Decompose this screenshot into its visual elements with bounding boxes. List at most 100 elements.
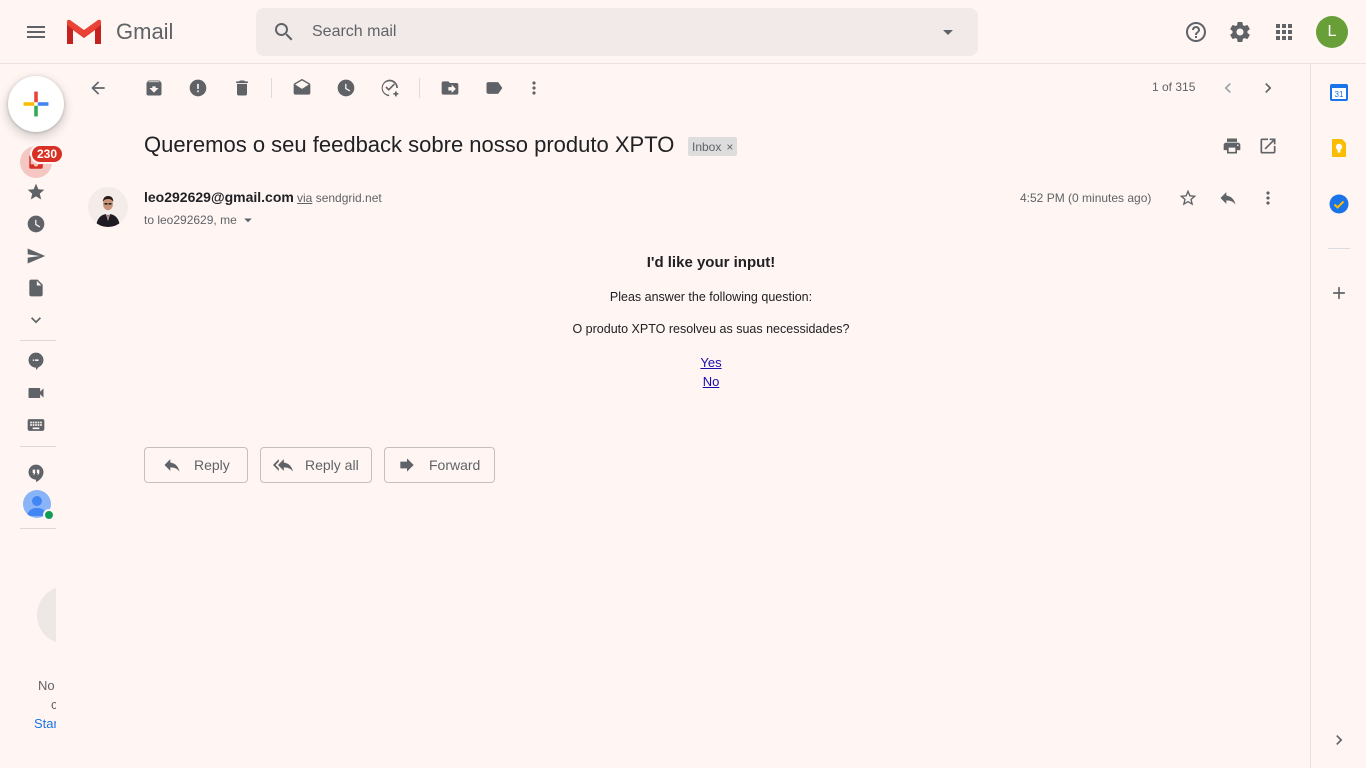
star-button[interactable]	[1168, 178, 1208, 218]
apps-grid-icon	[1276, 24, 1292, 40]
brand-name[interactable]: Gmail	[116, 19, 173, 45]
archive-button[interactable]	[134, 68, 174, 108]
body-instruction: Pleas answer the following question:	[609, 290, 813, 304]
rail-divider	[20, 340, 56, 341]
nav-chat[interactable]	[24, 349, 48, 373]
search-button[interactable]	[264, 12, 304, 52]
tasks-app-button[interactable]	[1329, 194, 1349, 214]
via-link[interactable]: via	[297, 191, 312, 205]
add-to-tasks-button[interactable]	[370, 68, 410, 108]
answer-no-link[interactable]: No	[703, 374, 720, 389]
older-button[interactable]	[1248, 68, 1288, 108]
reply-all-icon	[273, 459, 293, 472]
tasks-check-icon	[1329, 194, 1349, 214]
more-actions-button[interactable]	[514, 68, 554, 108]
answer-yes-link[interactable]: Yes	[700, 355, 721, 370]
newer-button[interactable]	[1208, 68, 1248, 108]
via-domain: sendgrid.net	[315, 191, 382, 205]
unread-count-badge: 230	[30, 144, 65, 164]
back-button[interactable]	[78, 68, 118, 108]
dropdown-arrow-icon	[943, 30, 953, 35]
plus-icon	[1333, 287, 1345, 299]
body-question: O produto XPTO resolveu as suas necessid…	[572, 322, 850, 336]
message-more-button[interactable]	[1248, 178, 1288, 218]
compose-button[interactable]	[8, 76, 64, 132]
toolbar-divider	[419, 78, 420, 98]
gmail-logo-icon[interactable]	[65, 18, 103, 46]
report-spam-button[interactable]	[178, 68, 218, 108]
reply-icon	[1220, 192, 1236, 205]
email-subject: Queremos o seu feedback sobre nosso prod…	[144, 132, 675, 157]
star-outline-icon	[1179, 189, 1197, 206]
reply-all-label: Reply all	[305, 457, 359, 473]
labels-button[interactable]	[474, 68, 514, 108]
trash-icon	[236, 80, 248, 96]
label-tag-icon	[486, 82, 503, 94]
move-to-button[interactable]	[430, 68, 470, 108]
body-heading: I'd like your input!	[646, 254, 776, 271]
nav-sent[interactable]	[24, 244, 48, 268]
rail-divider	[20, 528, 56, 529]
account-avatar[interactable]: L	[1316, 16, 1348, 48]
nav-keyboard[interactable]	[24, 413, 48, 437]
sender-avatar[interactable]	[88, 187, 128, 227]
settings-button[interactable]	[1220, 12, 1260, 52]
sender-email[interactable]: leo292629@gmail.com	[144, 189, 294, 205]
answer-yes-row: Yes	[470, 354, 952, 372]
reply-all-button[interactable]: Reply all	[260, 447, 372, 483]
open-new-window-button[interactable]	[1248, 126, 1288, 166]
forward-label: Forward	[429, 457, 481, 473]
nav-meet[interactable]	[24, 381, 48, 405]
snooze-button[interactable]	[326, 68, 366, 108]
via-info: via sendgrid.net	[297, 191, 382, 205]
nav-starred[interactable]	[24, 180, 48, 204]
gear-icon	[1230, 21, 1250, 42]
start-chat-link[interactable]: Star	[34, 716, 56, 731]
open-in-new-icon	[1260, 138, 1276, 154]
nav-drafts[interactable]	[24, 276, 48, 300]
online-status-dot	[43, 509, 55, 521]
search-options-button[interactable]	[928, 12, 968, 52]
inbox-label-chip[interactable]: Inbox ×	[688, 137, 738, 156]
chevron-right-icon	[1265, 83, 1272, 93]
forward-button[interactable]: Forward	[384, 447, 495, 483]
side-panel-divider	[1328, 248, 1350, 249]
delete-button[interactable]	[222, 68, 262, 108]
print-all-button[interactable]	[1212, 126, 1252, 166]
mark-unread-button[interactable]	[282, 68, 322, 108]
hangouts-empty-panel: No c Star	[0, 580, 56, 740]
svg-text:31: 31	[1335, 90, 1344, 99]
details-dropdown-icon[interactable]	[239, 211, 257, 229]
recipients-line[interactable]: to leo292629, me	[144, 211, 257, 229]
nav-more[interactable]	[24, 308, 48, 332]
apps-button[interactable]	[1264, 12, 1304, 52]
chat-icon	[28, 352, 44, 371]
keep-lightbulb-icon	[1332, 139, 1346, 157]
keep-app-button[interactable]	[1329, 138, 1349, 158]
search-input[interactable]	[312, 20, 912, 44]
more-vertical-icon	[532, 81, 536, 95]
hamburger-menu-icon	[27, 26, 45, 38]
toolbar-divider	[271, 78, 272, 98]
send-icon	[27, 248, 46, 264]
compose-plus-icon	[23, 91, 49, 117]
support-button[interactable]	[1176, 12, 1216, 52]
calendar-app-button[interactable]: 31	[1329, 82, 1349, 102]
remove-label-button[interactable]: ×	[726, 140, 733, 154]
spam-alert-icon	[189, 79, 207, 97]
quick-reply-button[interactable]	[1208, 178, 1248, 218]
forward-icon	[400, 458, 414, 472]
main-menu-button[interactable]	[16, 12, 56, 52]
reply-button[interactable]: Reply	[144, 447, 248, 483]
move-to-folder-icon	[441, 81, 459, 95]
show-side-panel-button[interactable]	[1319, 720, 1359, 760]
pagination-count: 1 of 315	[1152, 80, 1196, 94]
get-addons-button[interactable]	[1319, 273, 1359, 313]
mark-unread-icon	[293, 78, 311, 95]
chevron-right-icon	[1336, 735, 1343, 745]
empty-hint-line-1: No	[38, 678, 55, 693]
nav-snoozed[interactable]	[24, 212, 48, 236]
nav-hangouts[interactable]	[24, 461, 48, 485]
search-bar[interactable]	[256, 8, 978, 56]
add-task-icon	[381, 79, 399, 97]
